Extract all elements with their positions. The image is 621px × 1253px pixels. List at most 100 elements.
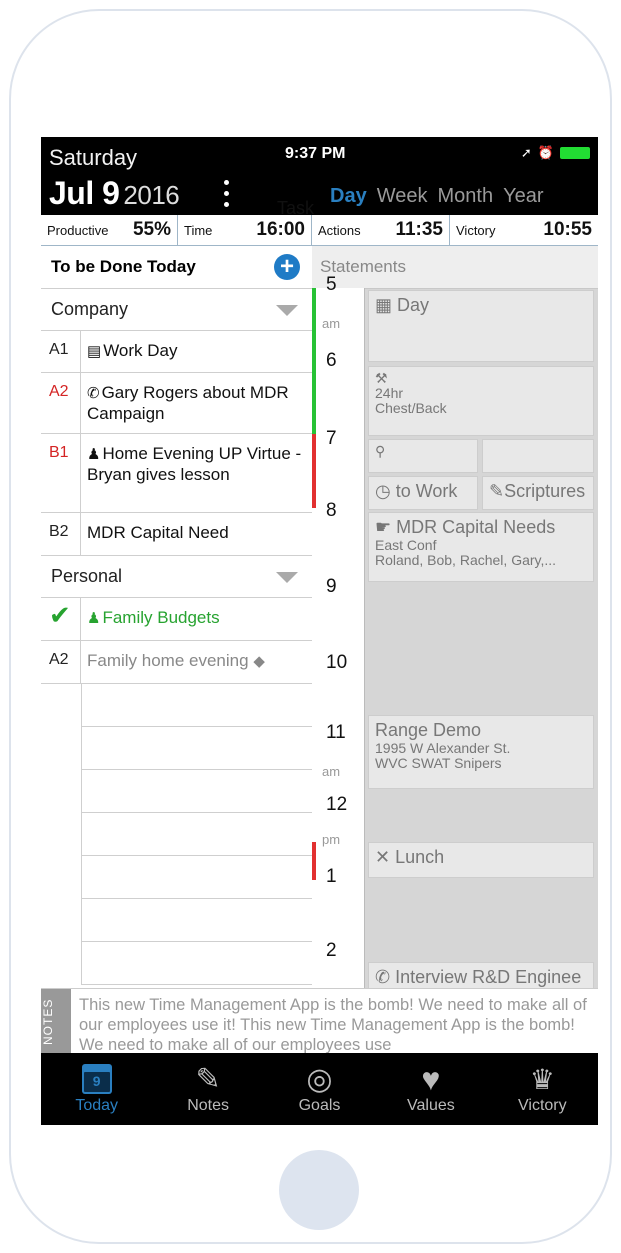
hour-label: 1 xyxy=(326,866,337,887)
event-range-demo[interactable]: Range Demo 1995 W Alexander St. WVC SWAT… xyxy=(368,715,594,789)
event-line: WVC SWAT Snipers xyxy=(375,755,502,771)
todo-title: To be Done Today xyxy=(51,257,196,276)
app-screen: Saturday 9:37 PM ➚ ⏰ Jul 9 2016 Task Day … xyxy=(41,137,598,1125)
event-line: East Conf xyxy=(375,537,437,553)
empty-row[interactable] xyxy=(81,727,312,770)
briefcase-icon: ▤ xyxy=(87,343,102,360)
section-personal[interactable]: Personal xyxy=(41,556,312,598)
group-icon: ♟ xyxy=(87,610,101,627)
hour-label: 12 xyxy=(326,794,348,815)
task-row[interactable]: A2 ✆ Gary Rogers about MDR Campaign xyxy=(41,373,312,434)
date-display[interactable]: Jul 9 2016 xyxy=(49,175,180,212)
calendar-day: 9 xyxy=(92,1073,101,1089)
hour-label: 2 xyxy=(326,940,337,961)
nav-label: Notes xyxy=(187,1097,229,1114)
task-label: Family Budgets xyxy=(102,608,220,627)
handshake-icon: ☛ xyxy=(375,517,392,537)
task-label: MDR Capital Need xyxy=(87,523,229,542)
event-scriptures[interactable]: ✎Scriptures xyxy=(482,476,594,510)
task-label: Work Day xyxy=(103,341,178,360)
nav-victory[interactable]: ♛ Victory xyxy=(487,1053,598,1125)
task-text: Family home evening ◆ xyxy=(81,641,312,683)
notes-tab[interactable]: NOTES xyxy=(41,989,71,1054)
section-company[interactable]: Company xyxy=(41,289,312,331)
hour-sub: am xyxy=(322,316,341,331)
event-line: 24hr xyxy=(375,385,404,401)
event-blank-2[interactable] xyxy=(482,439,594,473)
hour-label: 8 xyxy=(326,500,337,521)
battery-icon xyxy=(560,147,590,159)
task-row[interactable]: A2 Family home evening ◆ xyxy=(41,641,312,684)
hour-label: 5 xyxy=(326,274,337,295)
nav-values[interactable]: ♥ Values xyxy=(375,1053,486,1125)
empty-row[interactable] xyxy=(81,684,312,727)
metric-time: Time 16:00 xyxy=(178,215,312,245)
task-row[interactable]: A1 ▤ Work Day xyxy=(41,331,312,373)
event-day[interactable]: ▦ Day xyxy=(368,290,594,362)
alarm-icon: ⏰ xyxy=(537,145,554,160)
status-time: 9:37 PM xyxy=(285,145,346,162)
notes-panel[interactable]: NOTES This new Time Management App is th… xyxy=(41,988,598,1054)
target-icon: ◎ xyxy=(306,1062,333,1096)
empty-row[interactable] xyxy=(81,770,312,813)
event-title: Scriptures xyxy=(504,481,586,501)
priority-label: A1 xyxy=(41,331,81,372)
todo-header: To be Done Today + xyxy=(41,246,312,289)
hour-label: 10 xyxy=(326,652,348,673)
more-menu-icon[interactable] xyxy=(224,177,230,213)
nav-label: Today xyxy=(75,1097,119,1114)
task-text: ♟ Family Budgets xyxy=(81,598,312,640)
event-title: to Work xyxy=(395,481,458,501)
off-track-bar xyxy=(312,842,316,880)
heart-icon: ♥ xyxy=(421,1060,441,1097)
notes-text[interactable]: This new Time Management App is the bomb… xyxy=(79,995,592,1055)
collapse-triangle-icon[interactable] xyxy=(276,305,298,316)
plus-circle-icon[interactable]: + xyxy=(274,254,300,280)
hour-label: 11 xyxy=(326,722,346,743)
metric-value: 16:00 xyxy=(256,219,305,240)
empty-row[interactable] xyxy=(81,942,312,985)
metric-productive: Productive 55% xyxy=(41,215,178,245)
metric-value: 55% xyxy=(132,219,171,240)
event-blank[interactable]: ⚲ xyxy=(368,439,478,473)
hour-label: 7 xyxy=(326,428,337,449)
hour-label: 6 xyxy=(326,350,337,371)
task-row[interactable]: B2 MDR Capital Need xyxy=(41,513,312,556)
home-button[interactable] xyxy=(279,1150,359,1230)
metric-value: 11:35 xyxy=(395,219,443,240)
event-line: 1995 W Alexander St. xyxy=(375,740,511,756)
day-timeline[interactable]: Statements 5 am 6 7 8 9 10 11 am 12 pm 1… xyxy=(312,246,598,988)
event-workout[interactable]: ⚒ 24hr Chest/Back xyxy=(368,366,594,436)
event-lunch[interactable]: ✕ Lunch xyxy=(368,842,594,878)
event-title: Interview R&D Enginee xyxy=(395,967,582,987)
month-day: Jul 9 xyxy=(49,175,120,211)
task-row[interactable]: ✔ ♟ Family Budgets xyxy=(41,598,312,641)
collapse-triangle-icon[interactable] xyxy=(276,572,298,583)
phone-icon: ✆ xyxy=(375,967,391,987)
event-interview[interactable]: ✆ Interview R&D Enginee xyxy=(368,962,594,988)
task-label: Family home evening xyxy=(87,651,249,670)
hour-sub: am xyxy=(322,764,341,779)
metric-label: Productive xyxy=(47,222,109,238)
nav-label: Values xyxy=(407,1097,455,1114)
empty-row[interactable] xyxy=(81,813,312,856)
priority-label: A2 xyxy=(41,373,81,433)
person-icon: ♟ xyxy=(87,446,101,463)
event-to-work[interactable]: ◷ to Work xyxy=(368,476,478,510)
nav-notes[interactable]: ✎ Notes xyxy=(152,1053,263,1125)
task-row[interactable]: B1 ♟ Home Evening UP Virtue - Bryan gives… xyxy=(41,434,312,513)
off-track-bar xyxy=(312,434,316,508)
empty-row[interactable] xyxy=(81,899,312,942)
metric-actions: Actions 11:35 xyxy=(312,215,450,245)
nav-today[interactable]: 9 Today xyxy=(41,1053,152,1125)
nav-goals[interactable]: ◎ Goals xyxy=(264,1053,375,1125)
scripture-icon: ✎ xyxy=(489,481,505,501)
location-arrow-icon: ➚ xyxy=(520,145,532,160)
checkmark-icon[interactable]: ✔ xyxy=(41,598,81,640)
statements-header[interactable]: Statements xyxy=(312,246,598,289)
nav-label: Victory xyxy=(518,1097,567,1114)
empty-row[interactable] xyxy=(81,856,312,899)
event-mdr-capital-needs[interactable]: ☛ MDR Capital Needs East Conf Roland, Bo… xyxy=(368,512,594,582)
phone-icon: ✆ xyxy=(87,385,100,402)
metric-label: Actions xyxy=(318,222,361,238)
